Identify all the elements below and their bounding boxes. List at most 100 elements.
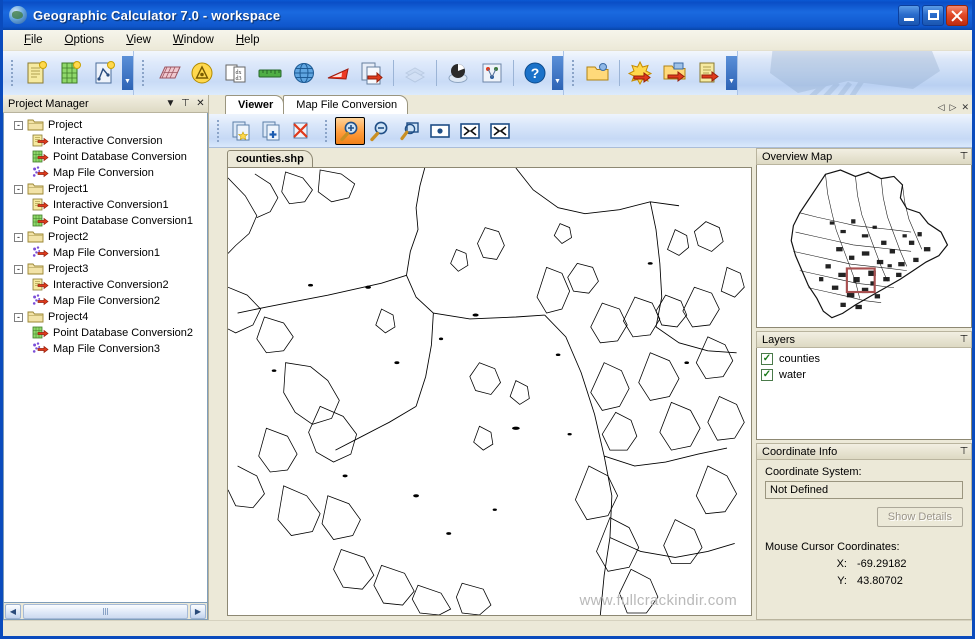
close-icon[interactable]: ✕ [193,96,208,111]
new-point-database-conversion-icon[interactable] [54,56,88,90]
tree-item-conversion[interactable]: Point Database Conversion2 [6,325,207,341]
main-toolbar: dx d3 [3,51,972,95]
show-details-button[interactable]: Show Details [876,507,963,527]
center-point-icon[interactable] [425,117,455,145]
nav-prev-icon[interactable]: ◁ [938,102,945,113]
zoom-window-icon[interactable] [395,117,425,145]
help-icon[interactable]: ? [518,56,552,90]
map-toolbar-grip[interactable] [216,119,222,142]
close-button[interactable] [946,4,968,26]
tree-item-label: Project3 [48,263,89,275]
zoom-extents-icon[interactable] [485,117,515,145]
tree-item-project[interactable]: - Project2 [6,229,207,245]
layer-item[interactable]: counties [761,351,967,367]
tree-item-project[interactable]: - Project1 [6,181,207,197]
pin-icon[interactable]: ⊤ [957,334,971,345]
chevron-down-icon[interactable]: ▼ [163,96,178,111]
layers-list[interactable]: counties water [756,348,972,440]
toolbar-grip-file[interactable] [570,60,577,86]
tree-item-project[interactable]: - Project4 [6,309,207,325]
window-controls [898,4,968,26]
toolbar-group-project [3,51,122,95]
workflow-icon[interactable] [475,56,509,90]
tree-expander[interactable]: - [14,184,23,194]
tree-expander[interactable]: - [14,120,23,130]
tree-item-conversion[interactable]: Interactive Conversion1 [6,197,207,213]
tree-item-conversion[interactable]: Map File Conversion3 [6,341,207,357]
menu-view[interactable]: View [115,32,162,48]
layer-checkbox[interactable] [761,353,773,365]
menu-options[interactable]: Options [54,32,116,48]
toolbar-grip-tools[interactable] [140,60,147,86]
add-layer-icon[interactable] [257,117,287,145]
overview-map-header: Overview Map ⊤ [756,148,972,165]
zoom-in-icon[interactable] [335,116,365,145]
pin-icon[interactable]: ⊤ [957,446,971,457]
tree-item-project[interactable]: - Project [6,117,207,133]
chevron-left-icon[interactable]: ◀ [5,603,21,619]
menu-window[interactable]: Window [162,32,225,48]
toolbar-overflow-button-2[interactable] [552,56,563,90]
scroll-thumb[interactable] [23,603,188,619]
tab-viewer[interactable]: Viewer [225,95,285,114]
zoom-selected-icon[interactable] [455,117,485,145]
new-view-icon[interactable] [227,117,257,145]
zoom-out-icon[interactable] [365,117,395,145]
tab-map-file-conversion[interactable]: Map File Conversion [283,95,409,114]
pin-icon[interactable]: ⊤ [957,151,971,162]
project-tree-hscrollbar[interactable]: ◀ ▶ [3,603,208,620]
map-canvas[interactable]: www.fullcrackindir.com [227,167,752,616]
point-database-conversion-icon [32,214,49,228]
toolbar-overflow-button-3[interactable] [726,56,737,90]
coordinate-system-value[interactable]: Not Defined [765,481,963,499]
tree-item-conversion[interactable]: Map File Conversion1 [6,245,207,261]
open-folder-settings-icon[interactable] [581,56,615,90]
open-folder-import-icon[interactable] [658,56,692,90]
overview-map-canvas[interactable] [756,165,972,328]
tree-item-conversion[interactable]: Map File Conversion [6,165,207,181]
minimize-button[interactable] [898,4,920,26]
globe-blue-icon[interactable] [287,56,321,90]
new-interactive-conversion-icon[interactable] [20,56,54,90]
tree-item-conversion[interactable]: Interactive Conversion2 [6,277,207,293]
nav-next-icon[interactable]: ▷ [950,102,957,113]
delete-layer-icon[interactable] [287,117,317,145]
new-map-file-conversion-icon[interactable] [88,56,122,90]
layer-item[interactable]: water [761,367,967,383]
tree-item-project[interactable]: - Project3 [6,261,207,277]
tree-item-conversion[interactable]: Point Database Conversion [6,149,207,165]
tree-expander[interactable]: - [14,264,23,274]
maximize-button[interactable] [922,4,944,26]
project-manager-header: Project Manager ▼ ⊤ ✕ [3,95,208,113]
menu-help[interactable]: Help [225,32,271,48]
seismic-icon[interactable] [441,56,475,90]
folder-icon [27,230,44,244]
tab-strip: Viewer Map File Conversion ◁ ▷ ✕ [209,95,972,114]
tree-item-conversion[interactable]: Point Database Conversion1 [6,213,207,229]
export-document-icon[interactable] [355,56,389,90]
tree-expander[interactable]: - [14,312,23,322]
document-import-icon[interactable] [692,56,726,90]
ruler-icon[interactable] [253,56,287,90]
document-tab-strip: counties.shp [227,150,752,167]
toolbar-grip[interactable] [9,60,16,86]
toolbar-overflow-button[interactable] [122,56,133,90]
pin-icon[interactable]: ⊤ [178,96,193,111]
coordinate-pair-icon[interactable]: dx d3 [219,56,253,90]
triangle-icon[interactable] [321,56,355,90]
tree-item-conversion[interactable]: Interactive Conversion [6,133,207,149]
tree-expander[interactable]: - [14,232,23,242]
map-toolbar-grip-2[interactable] [324,119,330,142]
folder-icon [27,182,44,196]
import-burst-icon[interactable] [624,56,658,90]
document-tab-counties[interactable]: counties.shp [227,150,313,167]
chevron-right-icon[interactable]: ▶ [190,603,206,619]
project-tree[interactable]: - Project Interactive Conversion Point Data… [3,113,208,603]
menu-file[interactable]: File [13,32,54,48]
close-icon[interactable]: ✕ [961,102,969,113]
layer-checkbox[interactable] [761,369,773,381]
datum-transform-icon[interactable] [185,56,219,90]
tree-item-label: Project4 [48,311,89,323]
tree-item-conversion[interactable]: Map File Conversion2 [6,293,207,309]
geodetic-grid-icon[interactable] [151,56,185,90]
